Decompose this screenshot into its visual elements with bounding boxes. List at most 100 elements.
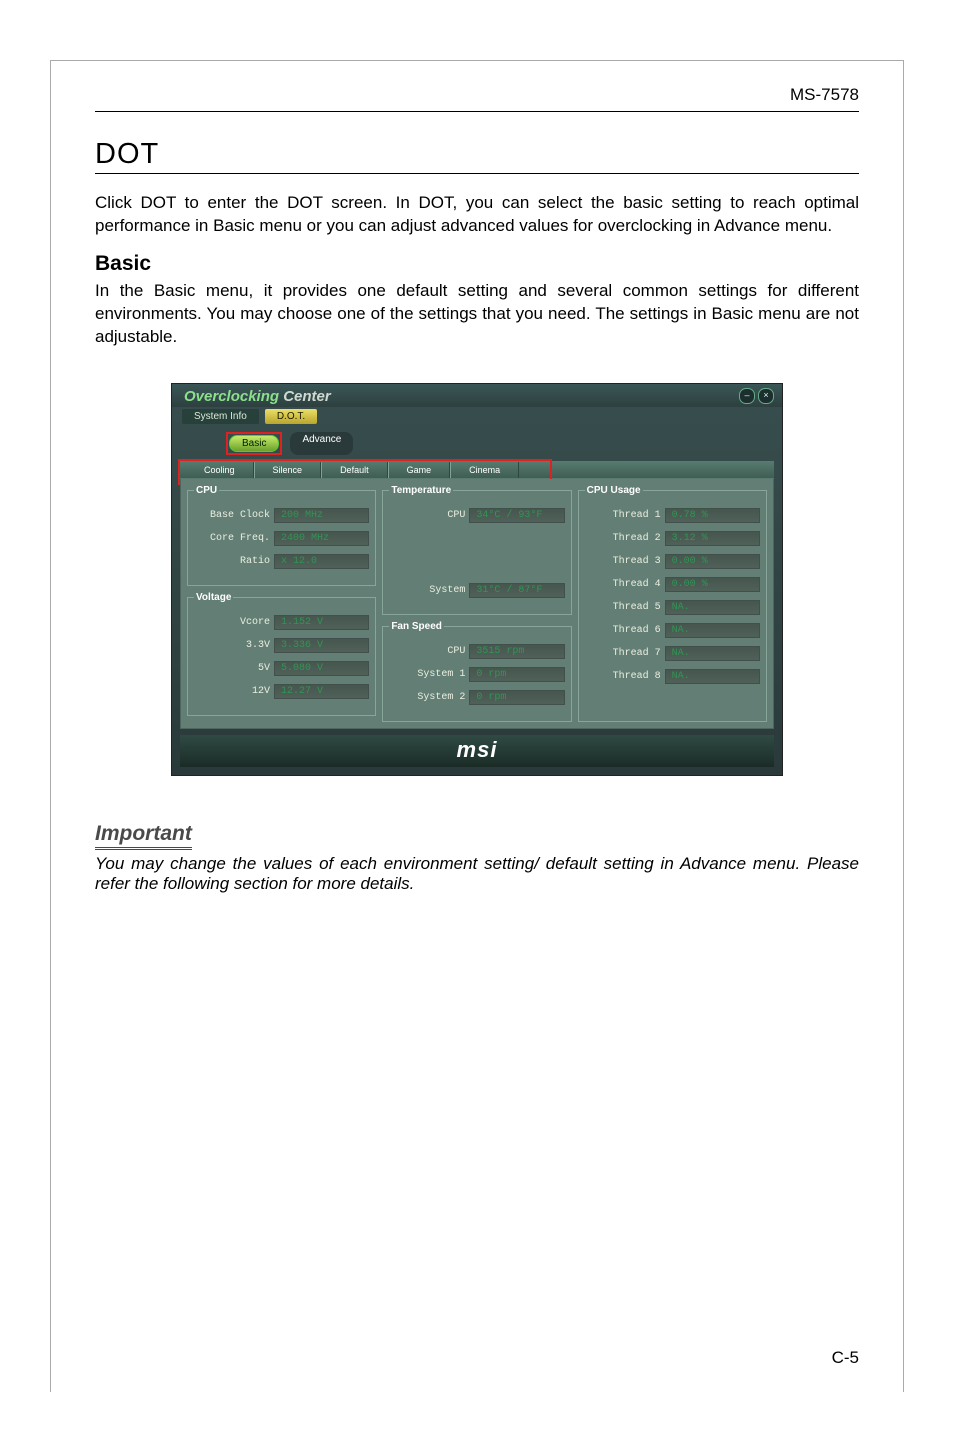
- value: NA.: [665, 646, 760, 661]
- value: 200 MHz: [274, 508, 369, 523]
- oc-window: Overclocking Center – × System Info D.O.…: [171, 383, 783, 776]
- table-row: CPU34°C / 93°F: [389, 508, 564, 523]
- group-fan: Fan Speed CPU3515 rpm System 10 rpm Syst…: [382, 621, 571, 722]
- table-row: Thread 6NA.: [585, 623, 760, 638]
- top-tabs: System Info D.O.T.: [172, 407, 782, 426]
- highlight-basic: Basic: [226, 432, 282, 455]
- table-row: Thread 10.78 %: [585, 508, 760, 523]
- value: NA.: [665, 600, 760, 615]
- table-row: System 20 rpm: [389, 690, 564, 705]
- window-title-a: Overclocking: [184, 388, 279, 405]
- value: 12.27 V: [274, 684, 369, 699]
- value: x 12.0: [274, 554, 369, 569]
- label: Ratio: [194, 556, 274, 567]
- env-row: Cooling Silence Default Game Cinema: [180, 461, 774, 479]
- group-fan-title: Fan Speed: [389, 621, 444, 632]
- label: Core Freq.: [194, 533, 274, 544]
- section-title: DOT: [95, 138, 859, 171]
- group-temperature-title: Temperature: [389, 485, 453, 496]
- label: Thread 4: [585, 579, 665, 590]
- value: 0.00 %: [665, 554, 760, 569]
- label: Thread 2: [585, 533, 665, 544]
- screenshot: Overclocking Center – × System Info D.O.…: [171, 383, 783, 776]
- group-cpu-title: CPU: [194, 485, 219, 496]
- value: 0.00 %: [665, 577, 760, 592]
- value: NA.: [665, 669, 760, 684]
- value: 0.78 %: [665, 508, 760, 523]
- group-temperature: Temperature CPU34°C / 93°F System31°C / …: [382, 485, 571, 615]
- tab-system-info[interactable]: System Info: [182, 409, 259, 424]
- value: 31°C / 87°F: [469, 583, 564, 598]
- titlebar: Overclocking Center – ×: [172, 384, 782, 407]
- label: CPU: [389, 510, 469, 521]
- label: Thread 8: [585, 671, 665, 682]
- label: Base Clock: [194, 510, 274, 521]
- group-cpu: CPU Base Clock200 MHz Core Freq.2400 MHz…: [187, 485, 376, 586]
- table-row: 5V5.080 V: [194, 661, 369, 676]
- subtab-advance[interactable]: Advance: [290, 432, 353, 455]
- model-id: MS-7578: [95, 85, 859, 105]
- group-voltage: Voltage Vcore1.152 V 3.3V3.336 V 5V5.080…: [187, 592, 376, 716]
- label: 12V: [194, 686, 274, 697]
- value: 2400 MHz: [274, 531, 369, 546]
- table-row: Thread 5NA.: [585, 600, 760, 615]
- table-row: Core Freq.2400 MHz: [194, 531, 369, 546]
- important-label: Important: [95, 822, 192, 850]
- sub-tabs: Basic Advance: [172, 426, 782, 457]
- table-row: Thread 30.00 %: [585, 554, 760, 569]
- env-cooling[interactable]: Cooling: [186, 462, 254, 478]
- important-text: You may change the values of each enviro…: [95, 854, 859, 894]
- label: Thread 5: [585, 602, 665, 613]
- header-rule: [95, 111, 859, 112]
- tab-dot[interactable]: D.O.T.: [265, 409, 317, 424]
- page-number: C-5: [832, 1348, 859, 1368]
- table-row: System 10 rpm: [389, 667, 564, 682]
- group-voltage-title: Voltage: [194, 592, 233, 603]
- table-row: 12V12.27 V: [194, 684, 369, 699]
- important-block: Important You may change the values of e…: [95, 822, 859, 894]
- value: 3515 rpm: [469, 644, 564, 659]
- minimize-button[interactable]: –: [739, 388, 755, 404]
- env-silence[interactable]: Silence: [254, 462, 322, 478]
- label: Thread 6: [585, 625, 665, 636]
- value: 1.152 V: [274, 615, 369, 630]
- table-row: Thread 7NA.: [585, 646, 760, 661]
- group-usage: CPU Usage Thread 10.78 % Thread 23.12 % …: [578, 485, 767, 722]
- table-row: Ratiox 12.0: [194, 554, 369, 569]
- window-title: Overclocking Center: [184, 388, 331, 405]
- section-intro: Click DOT to enter the DOT screen. In DO…: [95, 192, 859, 238]
- env-game[interactable]: Game: [388, 462, 451, 478]
- env-cinema[interactable]: Cinema: [450, 462, 519, 478]
- close-button[interactable]: ×: [758, 388, 774, 404]
- brand-footer: msi: [180, 735, 774, 767]
- table-row: System31°C / 87°F: [389, 583, 564, 598]
- table-row: 3.3V3.336 V: [194, 638, 369, 653]
- subsection-title: Basic: [95, 252, 859, 276]
- value: NA.: [665, 623, 760, 638]
- label: CPU: [389, 646, 469, 657]
- subtab-basic[interactable]: Basic: [229, 435, 279, 452]
- window-title-b: Center: [283, 388, 331, 405]
- value: 3.336 V: [274, 638, 369, 653]
- label: 5V: [194, 663, 274, 674]
- table-row: Vcore1.152 V: [194, 615, 369, 630]
- table-row: Base Clock200 MHz: [194, 508, 369, 523]
- label: Thread 1: [585, 510, 665, 521]
- value: 0 rpm: [469, 690, 564, 705]
- label: Thread 3: [585, 556, 665, 567]
- label: System 1: [389, 669, 469, 680]
- table-row: Thread 23.12 %: [585, 531, 760, 546]
- table-row: Thread 40.00 %: [585, 577, 760, 592]
- value: 34°C / 93°F: [469, 508, 564, 523]
- table-row: CPU3515 rpm: [389, 644, 564, 659]
- value: 5.080 V: [274, 661, 369, 676]
- group-usage-title: CPU Usage: [585, 485, 643, 496]
- env-default[interactable]: Default: [321, 462, 388, 478]
- label: 3.3V: [194, 640, 274, 651]
- subsection-text: In the Basic menu, it provides one defau…: [95, 280, 859, 349]
- panels: CPU Base Clock200 MHz Core Freq.2400 MHz…: [180, 479, 774, 729]
- label: Vcore: [194, 617, 274, 628]
- value: 0 rpm: [469, 667, 564, 682]
- section-rule: [95, 173, 859, 174]
- label: Thread 7: [585, 648, 665, 659]
